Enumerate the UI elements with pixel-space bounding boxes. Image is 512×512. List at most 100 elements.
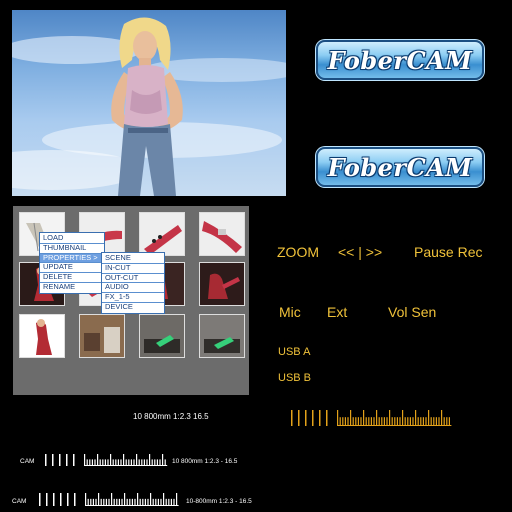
zoom-button[interactable]: ZOOM — [277, 244, 319, 260]
scale-tick — [381, 417, 383, 426]
scale-tick — [433, 417, 435, 426]
scale-tick — [98, 493, 100, 506]
scale-tick — [344, 417, 346, 426]
mic-button[interactable]: Mic — [279, 304, 301, 320]
scale-tick — [420, 417, 422, 426]
scale-tick — [113, 498, 115, 506]
scale-tick — [46, 493, 48, 506]
scale-tick — [443, 417, 445, 426]
scale-tick — [85, 493, 87, 506]
thumbnail-studio[interactable] — [139, 314, 185, 358]
scale-tick — [355, 417, 357, 426]
scale-tick — [163, 493, 165, 506]
thumbnail-guitar[interactable] — [199, 212, 245, 256]
scale-tick — [391, 417, 393, 426]
scale-tick — [66, 454, 68, 466]
scale-tick — [376, 410, 378, 426]
scale-tick — [142, 498, 144, 506]
scale-tick — [111, 493, 113, 506]
pause-rec-buttons[interactable]: Pause Rec — [414, 244, 482, 260]
scale-tick — [360, 417, 362, 426]
scale-tick — [430, 417, 432, 426]
lens-readout-small: 10-800mm 1:2.3 - 16.5 — [186, 498, 252, 505]
submenu-item-device[interactable]: DEVICE — [102, 302, 164, 312]
scale-tick — [396, 417, 398, 426]
scale-tick — [326, 410, 328, 426]
scale-tick — [124, 493, 126, 506]
thumbnail-panel: LOAD THUMBNAIL PROPERTIES > UPDATE DELET… — [13, 206, 249, 395]
scale-tick — [438, 417, 440, 426]
usb-a-button[interactable]: USB A — [278, 346, 310, 358]
scale-tick — [92, 498, 94, 506]
scale-tick — [123, 454, 125, 466]
scale-tick — [39, 493, 41, 506]
scale-tick — [59, 454, 61, 466]
scale-baseline — [337, 425, 452, 426]
scale-tick — [137, 493, 139, 506]
scale-tick — [147, 498, 149, 506]
scale-tick — [108, 498, 110, 506]
scale-tick — [136, 454, 138, 466]
scale-tick — [402, 410, 404, 426]
thumbnail-studio[interactable] — [79, 314, 125, 358]
scale-tick — [67, 493, 69, 506]
scale-tick — [121, 498, 123, 506]
scale-tick — [422, 417, 424, 426]
lens-readout: 10 800mm 1:2.3 16.5 — [133, 412, 209, 421]
scale-tick — [149, 454, 151, 466]
usb-b-button[interactable]: USB B — [278, 372, 311, 384]
menu-item-rename[interactable]: RENAME — [40, 282, 104, 292]
camera-preview — [12, 10, 286, 196]
scale-tick — [97, 454, 99, 466]
scale-tick — [52, 454, 54, 466]
scale-tick — [347, 417, 349, 426]
scale-baseline — [84, 465, 168, 466]
scale-tick — [337, 410, 339, 426]
scale-tick — [126, 498, 128, 506]
scale-tick — [73, 454, 75, 466]
scale-tick — [84, 454, 86, 466]
scale-tick — [305, 410, 307, 426]
scale-baseline — [85, 505, 179, 506]
scale-tick — [425, 417, 427, 426]
scale-tick — [60, 493, 62, 506]
vol-sen-buttons[interactable]: Vol Sen — [388, 304, 436, 320]
scale-tick — [365, 417, 367, 426]
scale-tick — [298, 410, 300, 426]
context-menu: LOAD THUMBNAIL PROPERTIES > UPDATE DELET… — [39, 232, 105, 294]
scale-tick — [157, 498, 159, 506]
thumbnail-guitar[interactable] — [139, 212, 185, 256]
fobercam-logo-button[interactable]: FoberCAM — [316, 147, 484, 187]
lens-readout-small: 10 800mm 1:2.3 - 16.5 — [172, 458, 238, 465]
scale-tick — [100, 498, 102, 506]
scale-tick — [118, 498, 120, 506]
scale-tick — [90, 498, 92, 506]
scale-tick — [134, 498, 136, 506]
scale-tick — [370, 417, 372, 426]
thumbnail-performer[interactable] — [19, 314, 65, 358]
ext-button[interactable]: Ext — [327, 304, 347, 320]
thumbnail-studio[interactable] — [199, 314, 245, 358]
scale-tick — [168, 498, 170, 506]
scale-tick — [74, 493, 76, 506]
scale-tick — [53, 493, 55, 506]
scale-tick — [407, 417, 409, 426]
fobercam-logo-button[interactable]: FoberCAM — [316, 40, 484, 80]
scale-tick — [144, 498, 146, 506]
scale-tick — [399, 417, 401, 426]
seek-buttons[interactable]: << | >> — [338, 244, 382, 260]
thumbnail-performer[interactable] — [199, 262, 245, 306]
scale-tick — [389, 410, 391, 426]
scale-tick — [103, 498, 105, 506]
white-scale — [38, 493, 184, 508]
scale-tick — [160, 498, 162, 506]
scale-tick — [131, 498, 133, 506]
scale-tick — [139, 498, 141, 506]
scale-tick — [435, 417, 437, 426]
scale-tick — [95, 498, 97, 506]
cam-label: CAM — [12, 498, 27, 505]
scale-tick — [383, 417, 385, 426]
scale-tick — [373, 417, 375, 426]
orange-scale — [290, 410, 462, 428]
scale-tick — [150, 493, 152, 506]
